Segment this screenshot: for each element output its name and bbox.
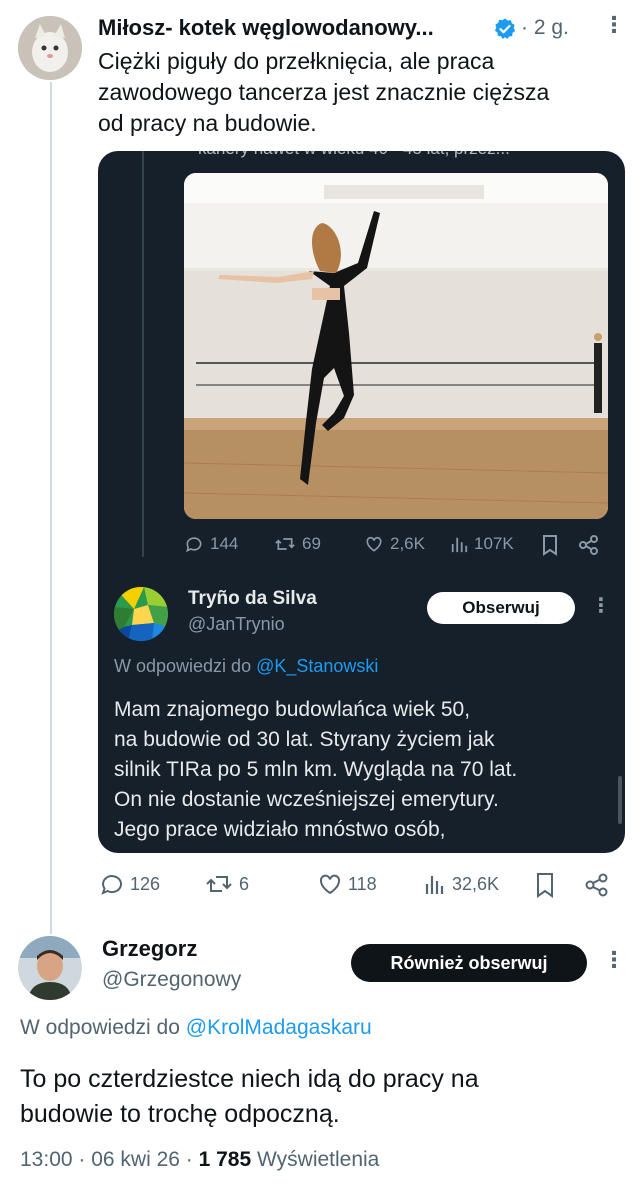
- quoted-author-handle[interactable]: @JanTrynio: [188, 614, 285, 635]
- reply-context: W odpowiedzi do @KrolMadagaskaru: [20, 1016, 372, 1040]
- profile-photo-image: [18, 936, 82, 1000]
- grzegorz-name[interactable]: Grzegorz: [102, 936, 197, 962]
- dance-studio-photo[interactable]: [184, 173, 608, 519]
- inner-reply-count: 144: [210, 534, 239, 553]
- retweet-icon: [206, 876, 232, 892]
- inner-views-count: 107K: [474, 534, 514, 553]
- avatar[interactable]: [18, 16, 82, 80]
- scrollbar[interactable]: [618, 776, 622, 824]
- tweet-meta: 13:00 · 06 kwi 26 · 1 785 Wyświetlenia: [20, 1148, 379, 1172]
- reply-button[interactable]: 126: [100, 872, 160, 896]
- retweet-count: 6: [239, 873, 250, 894]
- views-count: 32,6K: [452, 873, 500, 894]
- inner-retweet-button[interactable]: 69: [274, 534, 321, 554]
- reply-count: 126: [130, 873, 161, 894]
- inner-reply-button[interactable]: 144: [184, 534, 238, 554]
- share-icon[interactable]: [578, 534, 600, 556]
- quoted-reply-context: W odpowiedzi do @K_Stanowski: [114, 656, 378, 677]
- reply-to-link[interactable]: @KrolMadagaskaru: [186, 1016, 372, 1039]
- quoted-text-line: On nie dostanie wcześniejszej emerytury.: [114, 788, 499, 811]
- reply-icon: [186, 537, 202, 553]
- views-button[interactable]: 32,6K: [424, 872, 499, 896]
- reply-text: To po czterdziestce niech idą do pracy n…: [20, 1062, 630, 1132]
- heart-icon: [366, 536, 382, 552]
- follow-back-button[interactable]: Również obserwuj: [351, 944, 587, 982]
- tweet-text-line: zawodowego tancerza jest znacznie cięższ…: [98, 79, 550, 105]
- reply-prefix: W odpowiedzi do: [20, 1016, 180, 1039]
- share-icon[interactable]: [584, 872, 610, 898]
- inner-retweet-count: 69: [302, 534, 321, 553]
- views-label: Wyświetlenia: [257, 1148, 380, 1171]
- quoted-text-line: na budowie od 30 lat. Styrany życiem jak: [114, 728, 495, 751]
- bookmark-icon[interactable]: [540, 534, 560, 556]
- follow-button[interactable]: Obserwuj: [427, 592, 575, 624]
- heart-icon: [319, 874, 341, 895]
- grzegorz-avatar[interactable]: [18, 936, 82, 1000]
- more-options-icon[interactable]: ⋮: [603, 947, 625, 973]
- retweet-icon: [275, 538, 295, 550]
- polygon-avatar-image: [114, 587, 168, 641]
- cat-avatar-image: [18, 16, 82, 80]
- quoted-author-name[interactable]: Tryño da Silva: [188, 588, 317, 610]
- reply-text-line: To po czterdziestce niech idą do pracy n…: [20, 1065, 479, 1093]
- views-icon: [451, 537, 468, 553]
- quoted-more-icon[interactable]: ⋮: [591, 593, 611, 618]
- like-count: 118: [348, 873, 377, 894]
- cut-off-text: kariery nawet w wieku 40 - 45 lat, przez…: [198, 151, 510, 159]
- quoted-text: Mam znajomego budowlańca wiek 50, na bud…: [114, 695, 614, 845]
- quoted-text-line: silnik TIRa po 5 mln km. Wygląda na 70 l…: [114, 758, 518, 781]
- tweet-text-line: Ciężki piguły do przełknięcia, ale praca: [98, 48, 495, 74]
- views-icon: [425, 876, 444, 894]
- inner-like-button[interactable]: 2,6K: [364, 534, 425, 554]
- views-number: 1 785: [198, 1148, 252, 1171]
- reply-to-link[interactable]: @K_Stanowski: [256, 656, 378, 676]
- inner-views-button[interactable]: 107K: [450, 534, 514, 554]
- thread-line: [50, 82, 52, 934]
- inner-like-count: 2,6K: [390, 534, 425, 553]
- bookmark-icon[interactable]: [534, 872, 556, 898]
- tweet-text: Ciężki piguły do przełknięcia, ale praca…: [98, 46, 628, 139]
- grzegorz-handle[interactable]: @Grzegonowy: [102, 968, 241, 992]
- quoted-text-line: Jego prace widziało mnóstwo osób,: [114, 818, 446, 841]
- quoted-screenshot-card[interactable]: kariery nawet w wieku 40 - 45 lat, przez…: [98, 151, 625, 853]
- quoted-text-line: Mam znajomego budowlańca wiek 50,: [114, 698, 471, 721]
- verified-badge-icon: [494, 18, 516, 39]
- author-name[interactable]: Miłosz- kotek węglowodanowy...: [98, 15, 434, 41]
- more-options-icon[interactable]: ⋮: [603, 12, 625, 38]
- retweet-button[interactable]: 6: [205, 872, 249, 896]
- tweet-time[interactable]: · 2 g.: [521, 16, 569, 40]
- like-button[interactable]: 118: [318, 872, 377, 896]
- tweet-text-line: od pracy na budowie.: [98, 110, 317, 136]
- reply-icon: [101, 875, 122, 895]
- timestamp[interactable]: 13:00 · 06 kwi 26 ·: [20, 1148, 193, 1171]
- inner-thread-line: [142, 151, 144, 557]
- quoted-author-avatar[interactable]: [114, 587, 168, 641]
- reply-text-line: budowie to trochę odpoczną.: [20, 1100, 340, 1128]
- reply-prefix: W odpowiedzi do: [114, 656, 252, 676]
